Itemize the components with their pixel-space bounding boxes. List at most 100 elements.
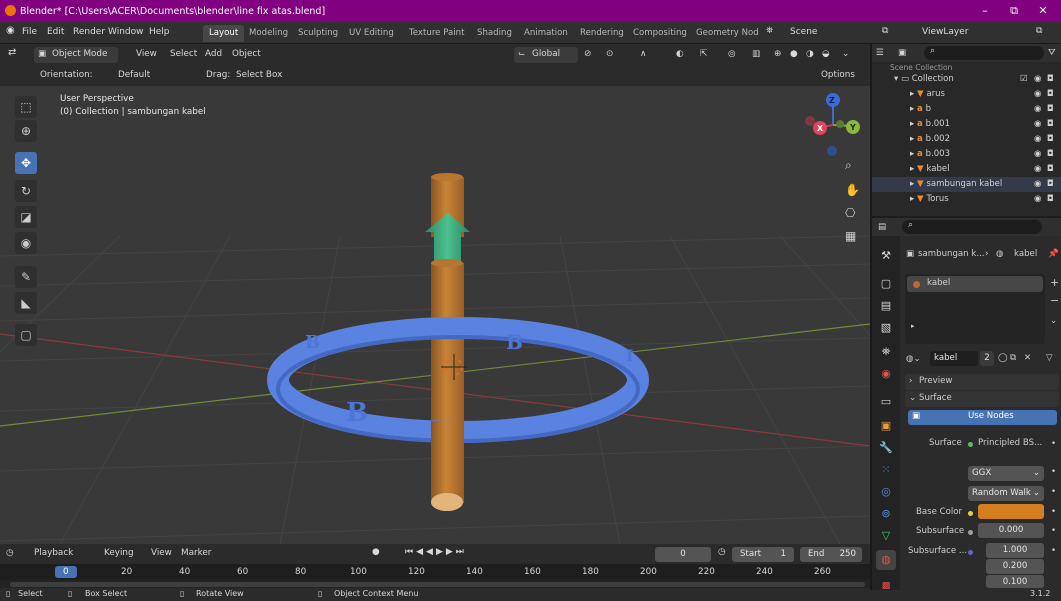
base-color-swatch[interactable]	[978, 504, 1044, 519]
pivot-icon[interactable]: ⊘	[584, 49, 591, 59]
camera-view-icon[interactable]: ⎔	[845, 206, 855, 220]
timeline-ruler[interactable]: 0 20 40 60 80 100 120 140 160 180 200 22…	[0, 564, 870, 580]
output-tab-icon[interactable]: ▤	[876, 296, 896, 316]
shading-options-icon[interactable]: ⌄	[842, 49, 849, 59]
blender-menu-icon[interactable]: ◉	[6, 25, 15, 36]
drag-select-box-dropdown[interactable]: Select Box	[236, 70, 282, 80]
menu-help[interactable]: Help	[149, 27, 170, 37]
menu-marker[interactable]: Marker	[181, 548, 211, 558]
material-tab-icon[interactable]: ◍	[876, 550, 896, 570]
add-slot-button[interactable]: +	[1050, 276, 1059, 289]
overlay-toggle-icon[interactable]: ◎	[728, 49, 736, 59]
workspace-tab-animation[interactable]: Animation	[518, 25, 574, 42]
transform-tool-icon[interactable]: ◉	[15, 232, 37, 254]
navigation-gizmo[interactable]: Z Y X	[805, 93, 860, 156]
expand-arrow-icon[interactable]: ▸	[910, 134, 917, 144]
workspace-tab-shading[interactable]: Shading	[471, 25, 518, 42]
node-link-icon[interactable]: ▽	[1046, 353, 1053, 363]
solid-shading-icon[interactable]: ●	[790, 49, 798, 59]
visibility-icon[interactable]: ◐	[676, 49, 684, 59]
outliner-item-kabel[interactable]: ▸ ▼ kabel ◉ ◘	[872, 162, 1061, 177]
scale-tool-icon[interactable]: ◪	[15, 206, 37, 228]
camera-icon[interactable]: ◘	[1047, 117, 1054, 132]
subsurface-field[interactable]: 0.000	[978, 523, 1044, 538]
rotate-tool-icon[interactable]: ↻	[15, 180, 37, 202]
proportional-edit-icon[interactable]: ∧	[640, 49, 646, 59]
menu-window[interactable]: Window	[108, 27, 144, 37]
constraints-tab-icon[interactable]: ⊚	[876, 504, 896, 524]
object-tab-icon[interactable]: ▣	[876, 416, 896, 436]
eye-icon[interactable]: ◉	[1034, 102, 1041, 117]
eye-icon[interactable]: ◉	[1034, 117, 1041, 132]
subsurface-radius-y[interactable]: 0.200	[986, 559, 1044, 574]
3d-viewport[interactable]: B B B I Z Y X User Perspective (0) Colle…	[0, 86, 870, 544]
menu-file[interactable]: File	[22, 27, 37, 37]
camera-icon[interactable]: ◘	[1047, 162, 1054, 177]
menu-add[interactable]: Add	[205, 49, 222, 59]
snap-icon[interactable]: ⊙	[606, 49, 613, 59]
stopwatch-icon[interactable]: ◷	[718, 547, 726, 557]
particles-tab-icon[interactable]: ⁙	[876, 460, 896, 480]
eye-icon[interactable]: ◉	[1034, 87, 1041, 102]
editor-type-icon[interactable]: ⇄	[8, 47, 16, 58]
select-tool-icon[interactable]: ⬚	[15, 96, 37, 118]
eye-icon[interactable]: ◉	[1034, 132, 1041, 147]
view-layer-tab-icon[interactable]: ▧	[876, 318, 896, 338]
expand-arrow-icon[interactable]: ▸	[910, 149, 917, 159]
physics-tab-icon[interactable]: ◎	[876, 482, 896, 502]
transform-orientation-dropdown[interactable]: ⌙ Global	[514, 47, 578, 63]
close-button[interactable]: ✕	[1024, 0, 1061, 22]
start-frame-field[interactable]: Start 1	[732, 547, 794, 562]
outliner-editor-icon[interactable]: ☰	[876, 48, 884, 58]
end-frame-field[interactable]: End 250	[800, 547, 862, 562]
render-tab-icon[interactable]: ▢	[876, 274, 896, 294]
subsurface-radius-x[interactable]: 1.000	[986, 543, 1044, 558]
properties-editor-icon[interactable]: ▤	[878, 222, 886, 232]
subsurface-method-dropdown[interactable]: Random Walk ⌄	[968, 486, 1044, 501]
view-layer-new-icon[interactable]: ⧉	[1036, 26, 1042, 36]
expand-arrow-icon[interactable]: ▸	[910, 89, 917, 99]
annotate-tool-icon[interactable]: ✎	[15, 266, 37, 288]
outliner-item-b-002[interactable]: ▸ a b.002 ◉ ◘	[872, 132, 1061, 147]
material-shading-icon[interactable]: ◑	[806, 49, 814, 59]
add-cube-tool-icon[interactable]: ▢	[15, 324, 37, 346]
outliner-item-b-003[interactable]: ▸ a b.003 ◉ ◘	[872, 147, 1061, 162]
outliner-item-b-001[interactable]: ▸ a b.001 ◉ ◘	[872, 117, 1061, 132]
checkbox-icon[interactable]: ☑	[1020, 72, 1028, 87]
workspace-tab-rendering[interactable]: Rendering	[574, 25, 630, 42]
eye-icon[interactable]: ◉	[1034, 162, 1041, 177]
material-name-field[interactable]: kabel	[930, 351, 978, 366]
workspace-tab-texture-paint[interactable]: Texture Paint	[403, 25, 470, 42]
collection-row[interactable]: ▾ ▭ Collection ☑ ◉ ◘	[872, 72, 1061, 87]
scene-selector[interactable]: Scene	[790, 27, 817, 37]
menu-edit[interactable]: Edit	[47, 27, 64, 37]
expand-icon[interactable]: ▸	[911, 322, 915, 330]
duplicate-icon[interactable]: ⧉	[1010, 353, 1016, 363]
filter-icon[interactable]: ⛛	[1048, 48, 1055, 58]
data-tab-icon[interactable]: ▽	[876, 526, 896, 546]
timeline-scrollbar[interactable]	[10, 582, 865, 587]
properties-search-input[interactable]: ⌕	[902, 220, 1042, 234]
zoom-icon[interactable]: ⌕	[845, 158, 852, 173]
texture-tab-icon[interactable]: ▩	[876, 576, 896, 596]
outliner-item-b[interactable]: ▸ a b ◉ ◘	[872, 102, 1061, 117]
orientation-default-dropdown[interactable]: Default	[118, 70, 150, 80]
expand-arrow-icon[interactable]: ▸	[910, 194, 917, 204]
timeline-editor-icon[interactable]: ◷	[6, 548, 14, 558]
expand-arrow-icon[interactable]: ▸	[910, 104, 917, 114]
gizmo-toggle-icon[interactable]: ⇱	[700, 49, 707, 59]
distribution-dropdown[interactable]: GGX ⌄	[968, 466, 1044, 481]
collection-tab-icon[interactable]: ▭	[876, 392, 896, 412]
workspace-tab-modeling[interactable]: Modeling	[243, 25, 294, 42]
eye-icon[interactable]: ◉	[1034, 72, 1041, 87]
options-dropdown[interactable]: Options	[821, 70, 855, 80]
menu-render[interactable]: Render	[73, 27, 105, 37]
surface-panel-header[interactable]: ⌄ Surface	[905, 391, 1059, 407]
record-icon[interactable]: ●	[372, 547, 380, 557]
current-frame-field[interactable]: 0	[655, 547, 711, 562]
outliner-item-sambungan-kabel[interactable]: ▸ ▼ sambungan kabel ◉ ◘	[872, 177, 1061, 192]
expand-arrow-icon[interactable]: ▸	[910, 119, 917, 129]
material-browse-icon[interactable]: ◍⌄	[906, 354, 921, 364]
camera-icon[interactable]: ◘	[1047, 132, 1054, 147]
workspace-tab-compositing[interactable]: Compositing	[627, 25, 693, 42]
